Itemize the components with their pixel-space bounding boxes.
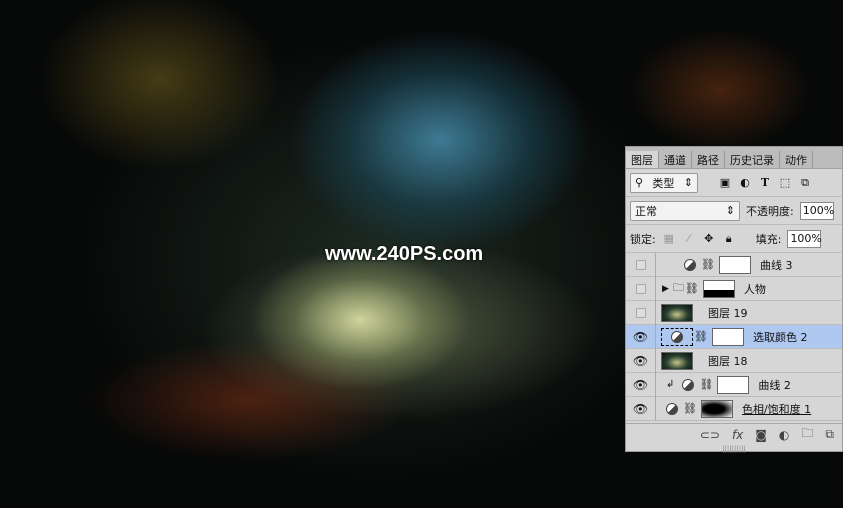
chain-icon[interactable]: ⛓ — [685, 282, 699, 295]
layers-list: ⛓ 曲线 3 ▶ 🗀 ⛓ 人物 图层 19 👁︎ ⛓ 选取颜色 2 👁︎ 图层 1… — [626, 253, 842, 423]
adjustment-filter-icon[interactable]: ◐ — [738, 176, 752, 189]
lock-move-icon[interactable]: ✥ — [702, 232, 716, 245]
tab-history[interactable]: 历史记录 — [725, 151, 780, 168]
layer-name: 人物 — [743, 282, 766, 296]
visibility-toggle[interactable] — [626, 253, 656, 277]
lock-label: 锁定: — [630, 232, 656, 246]
fill-label: 填充: — [755, 232, 782, 246]
layer-row[interactable]: 👁︎ ↲ ⛓ 曲线 2 — [626, 372, 842, 397]
layer-mask-thumbnail[interactable] — [718, 255, 751, 274]
adjustment-icon — [684, 258, 696, 271]
search-icon: ⚲ — [635, 176, 644, 189]
layer-name: 曲线 2 — [758, 378, 791, 392]
type-filter-icon[interactable]: T — [758, 176, 772, 189]
layers-panel: 图层 通道 路径 历史记录 动作 ⚲ 类型 ⇕ ▣ ◐ T ⬚ ⧉ 正常 ⇕ 不… — [625, 146, 843, 453]
lock-transparent-icon[interactable]: ▦ — [662, 232, 676, 245]
chevron-updown-icon: ⇕ — [725, 204, 735, 217]
folder-icon[interactable]: 🗀 — [801, 424, 813, 445]
layer-mask-thumbnail[interactable] — [717, 375, 750, 394]
link-icon[interactable]: ⊂⊃ — [700, 428, 720, 442]
expand-triangle-icon[interactable]: ▶ — [662, 284, 669, 294]
layer-row[interactable]: 👁︎ 图层 18 — [626, 348, 842, 373]
smart-object-filter-icon[interactable]: ⧉ — [798, 176, 812, 190]
layer-name: 色相/饱和度 1 — [741, 402, 812, 416]
layer-mask-thumbnail[interactable] — [711, 327, 744, 346]
blend-mode-select[interactable]: 正常 ⇕ — [630, 200, 740, 221]
image-filter-icon[interactable]: ▣ — [718, 176, 732, 189]
eye-icon[interactable]: 👁︎ — [626, 372, 656, 397]
layer-row-selected[interactable]: 👁︎ ⛓ 选取颜色 2 — [626, 324, 842, 349]
chain-icon[interactable]: ⛓ — [701, 258, 715, 271]
adjustment-icon[interactable]: ◐ — [779, 428, 789, 442]
resize-grip[interactable]: |||||||||| — [626, 445, 842, 453]
layer-row[interactable]: 👁︎ ⛓ 色相/饱和度 1 — [626, 396, 842, 421]
layer-row[interactable]: 图层 19 — [626, 300, 842, 325]
fx-icon[interactable]: fx — [732, 428, 743, 442]
panel-bottom-toolbar: ⊂⊃ fx ◙ ◐ 🗀 ⧉ — [626, 423, 842, 445]
tab-actions[interactable]: 动作 — [780, 151, 813, 168]
eye-icon[interactable]: 👁︎ — [626, 324, 656, 349]
lock-brush-icon[interactable]: ⁄ — [682, 232, 696, 245]
filter-type-select[interactable]: ⚲ 类型 ⇕ — [630, 172, 698, 193]
tab-channels[interactable]: 通道 — [659, 151, 692, 168]
fill-input[interactable]: 100% — [787, 229, 822, 248]
layer-name: 图层 18 — [708, 354, 748, 368]
visibility-toggle[interactable] — [626, 276, 656, 301]
folder-icon: 🗀 — [672, 281, 684, 294]
filter-label: 类型 — [652, 176, 675, 190]
chain-icon[interactable]: ⛓ — [699, 378, 713, 391]
tab-paths[interactable]: 路径 — [692, 151, 725, 168]
layer-thumbnail[interactable] — [661, 303, 693, 322]
visibility-toggle[interactable] — [626, 300, 656, 325]
new-layer-icon[interactable]: ⧉ — [825, 427, 834, 442]
adjustment-icon — [666, 402, 678, 415]
eye-icon[interactable]: 👁︎ — [626, 348, 656, 373]
layer-name: 曲线 3 — [759, 258, 793, 272]
layer-mask-thumbnail[interactable] — [700, 399, 733, 418]
chevron-updown-icon: ⇕ — [683, 176, 693, 189]
shape-filter-icon[interactable]: ⬚ — [778, 176, 792, 189]
opacity-label: 不透明度: — [746, 204, 794, 218]
chain-icon[interactable]: ⛓ — [683, 402, 697, 415]
layer-row[interactable]: ▶ 🗀 ⛓ 人物 — [626, 276, 842, 301]
blend-mode-value: 正常 — [635, 204, 657, 218]
layer-name: 图层 19 — [708, 306, 748, 320]
clipping-arrow-icon: ↲ — [666, 379, 675, 390]
eye-icon[interactable]: 👁︎ — [626, 396, 656, 421]
layer-thumbnail[interactable] — [661, 351, 693, 370]
lock-all-icon[interactable]: 🔒︎ — [722, 232, 736, 246]
adjustment-icon — [682, 378, 695, 391]
adjustment-icon — [671, 330, 683, 343]
panel-tabs: 图层 通道 路径 历史记录 动作 — [626, 147, 842, 169]
mask-icon[interactable]: ◙ — [755, 428, 767, 442]
layer-row[interactable]: ⛓ 曲线 3 — [626, 253, 842, 277]
layer-name: 选取颜色 2 — [752, 330, 808, 344]
tab-layers[interactable]: 图层 — [626, 151, 659, 168]
layer-mask-thumbnail[interactable] — [702, 279, 735, 298]
chain-icon[interactable]: ⛓ — [694, 330, 708, 343]
opacity-input[interactable]: 100% — [799, 201, 834, 220]
watermark: www.240PS.com — [325, 243, 484, 265]
